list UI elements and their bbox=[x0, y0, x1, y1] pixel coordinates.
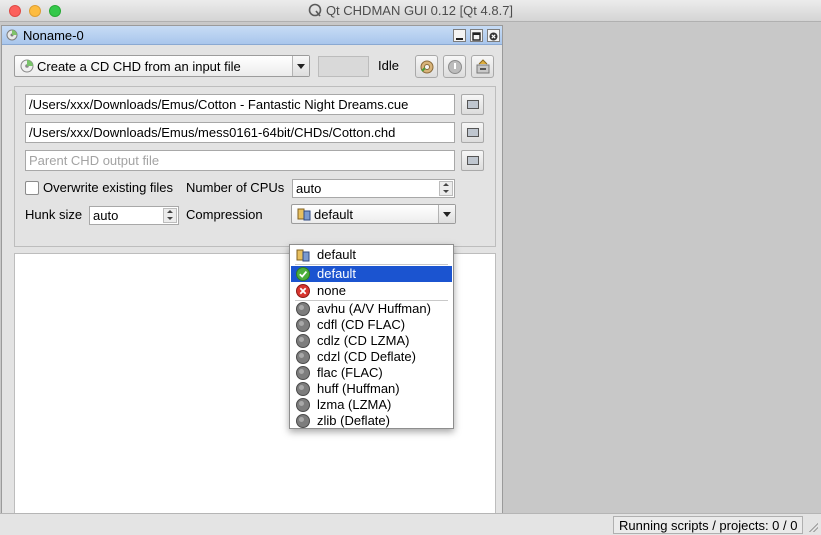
hunk-size-label: Hunk size bbox=[25, 207, 83, 222]
codec-disc-icon bbox=[296, 318, 310, 332]
compression-option[interactable]: cdfl (CD FLAC) bbox=[291, 317, 452, 333]
compression-option-label: default bbox=[317, 266, 357, 281]
minimize-icon bbox=[456, 38, 463, 40]
browse-input-button[interactable] bbox=[461, 94, 484, 115]
compression-option-label: default bbox=[317, 247, 357, 262]
running-scripts-status: Running scripts / projects: 0 / 0 bbox=[613, 516, 803, 534]
parent-chd-field[interactable]: Parent CHD output file bbox=[25, 150, 455, 171]
compression-option-label: zlib (Deflate) bbox=[317, 413, 390, 428]
spin-arrows-icon[interactable] bbox=[163, 208, 177, 223]
subwindow-minimize-button[interactable] bbox=[453, 29, 466, 42]
overwrite-checkbox[interactable] bbox=[25, 181, 39, 195]
compression-option-label: cdlz (CD LZMA) bbox=[317, 333, 410, 348]
menu-button[interactable] bbox=[471, 55, 494, 78]
disc-icon bbox=[20, 59, 34, 73]
codec-disc-icon bbox=[296, 414, 310, 428]
compression-option[interactable]: avhu (A/V Huffman) bbox=[291, 301, 452, 317]
compression-option-selected[interactable]: default bbox=[291, 266, 452, 282]
progress-bar bbox=[318, 56, 369, 77]
compression-option-label: avhu (A/V Huffman) bbox=[317, 301, 431, 316]
check-icon bbox=[296, 267, 310, 281]
compression-option[interactable]: zlib (Deflate) bbox=[291, 413, 452, 429]
compression-combo[interactable]: default bbox=[291, 204, 456, 224]
compression-option-label: flac (FLAC) bbox=[317, 365, 383, 380]
compression-option[interactable]: lzma (LZMA) bbox=[291, 397, 452, 413]
window-titlebar: Qt CHDMAN GUI 0.12 [Qt 4.8.7] bbox=[0, 0, 821, 22]
folder-icon bbox=[467, 156, 479, 165]
compression-option[interactable]: cdlz (CD LZMA) bbox=[291, 333, 452, 349]
compression-option[interactable]: none bbox=[291, 283, 452, 299]
browse-output-button[interactable] bbox=[461, 122, 484, 143]
codec-disc-icon bbox=[296, 350, 310, 364]
subwindow-maximize-button[interactable] bbox=[470, 29, 483, 42]
compression-combo-value: default bbox=[314, 207, 354, 222]
window-title: Qt CHDMAN GUI 0.12 [Qt 4.8.7] bbox=[325, 3, 514, 18]
multi-codec-icon bbox=[297, 208, 311, 221]
resize-grip-icon[interactable] bbox=[808, 522, 818, 532]
codec-disc-icon bbox=[296, 382, 310, 396]
input-file-field[interactable]: /Users/xxx/Downloads/Emus/Cotton - Fanta… bbox=[25, 94, 455, 115]
compression-option-label: lzma (LZMA) bbox=[317, 397, 392, 412]
compression-label: Compression bbox=[186, 207, 263, 222]
spin-arrows-icon[interactable] bbox=[439, 181, 453, 196]
mdi-workspace: Noname-0 Create a CD CHD from an input f… bbox=[0, 23, 821, 519]
codec-disc-icon bbox=[296, 366, 310, 380]
compression-option[interactable]: cdzl (CD Deflate) bbox=[291, 349, 452, 365]
subwindow-titlebar[interactable]: Noname-0 bbox=[2, 26, 502, 45]
no-entry-icon bbox=[296, 284, 310, 298]
hunk-size-spinbox[interactable]: auto bbox=[89, 206, 179, 225]
browse-parent-button[interactable] bbox=[461, 150, 484, 171]
cpus-value: auto bbox=[296, 181, 322, 196]
codec-disc-icon bbox=[296, 302, 310, 316]
multi-codec-icon bbox=[296, 249, 310, 262]
stop-button[interactable] bbox=[443, 55, 466, 78]
compression-dropdown-list: default default none avhu (A/V Huffman) … bbox=[289, 244, 454, 429]
overwrite-label: Overwrite existing files bbox=[43, 180, 174, 195]
cpus-spinbox[interactable]: auto bbox=[292, 179, 455, 198]
compression-option-label: cdfl (CD FLAC) bbox=[317, 317, 406, 332]
folder-icon bbox=[467, 128, 479, 137]
compression-option[interactable]: default bbox=[291, 247, 452, 263]
chevron-down-icon bbox=[292, 56, 309, 76]
subwindow-title: Noname-0 bbox=[23, 28, 84, 43]
qt-logo-icon bbox=[308, 3, 322, 17]
compression-option[interactable]: huff (Huffman) bbox=[291, 381, 452, 397]
maximize-icon bbox=[472, 32, 481, 41]
gear-run-icon bbox=[420, 60, 434, 74]
compression-option-label: cdzl (CD Deflate) bbox=[317, 349, 416, 364]
codec-disc-icon bbox=[296, 334, 310, 348]
chevron-down-icon bbox=[438, 205, 455, 223]
run-button[interactable] bbox=[415, 55, 438, 78]
compression-option[interactable]: flac (FLAC) bbox=[291, 365, 452, 381]
disc-icon bbox=[6, 29, 18, 41]
status-label: Idle bbox=[378, 58, 399, 73]
hunk-size-value: auto bbox=[93, 208, 119, 223]
mode-combo-value: Create a CD CHD from an input file bbox=[37, 59, 241, 74]
statusbar: Running scripts / projects: 0 / 0 bbox=[0, 513, 821, 535]
tools-menu-icon bbox=[476, 59, 490, 74]
compression-option-label: huff (Huffman) bbox=[317, 381, 400, 396]
subwindow-close-button[interactable] bbox=[487, 29, 500, 42]
compression-option-label: none bbox=[317, 283, 346, 298]
mode-combo[interactable]: Create a CD CHD from an input file bbox=[14, 55, 310, 77]
folder-icon bbox=[467, 100, 479, 109]
stop-icon bbox=[448, 60, 462, 74]
cpus-label: Number of CPUs bbox=[186, 180, 285, 195]
separator bbox=[295, 264, 448, 265]
output-file-field[interactable]: /Users/xxx/Downloads/Emus/mess0161-64bit… bbox=[25, 122, 455, 143]
codec-disc-icon bbox=[296, 398, 310, 412]
close-icon bbox=[489, 32, 498, 41]
